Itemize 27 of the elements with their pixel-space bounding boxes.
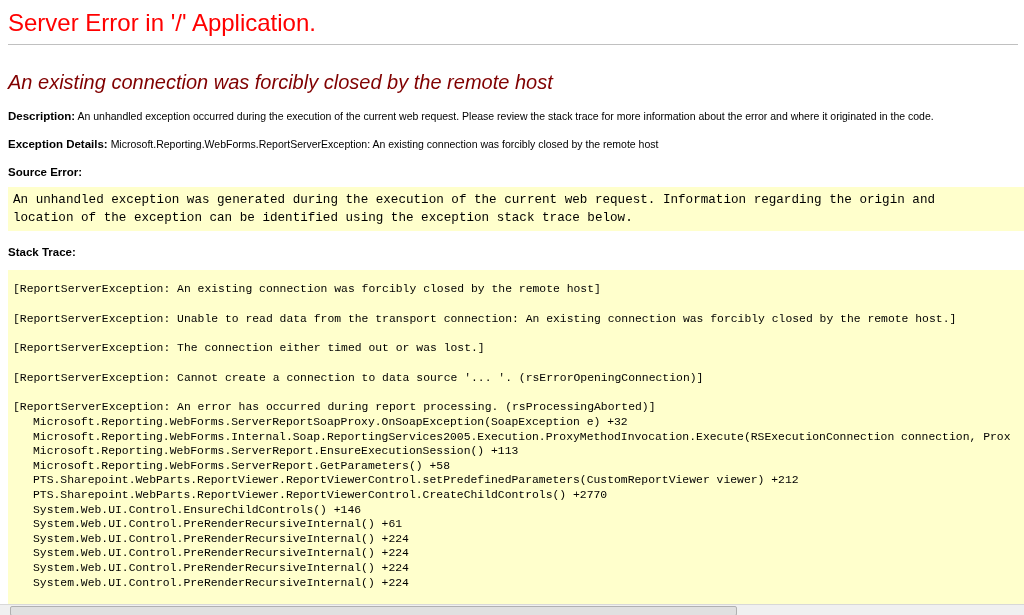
exception-message: [ReportServerException: An error has occurred during report processing. (rsProcessingAborted)] [13,400,657,415]
scrollbar-thumb[interactable] [10,606,737,615]
source-error-text: An unhandled exception was generated during the execution of the current web request. Information regarding the origin and [13,192,936,209]
section-label: Stack Trace: [8,245,77,259]
error-field: Description: An unhandled exception occurred during the execution of the current web request. Please review the stack trace for more information about the error and where it originated in the code. [8,109,1024,123]
horizontal-scrollbar[interactable] [0,604,1024,615]
source-error-text: location of the exception can be identified using the exception stack trace below. [13,210,634,227]
exception-message: [ReportServerException: Unable to read data from the transport connection: An existing connection was forcibly closed by the remote host.] [13,311,958,327]
page-title: Server Error in '/' Application. [8,8,317,38]
exception-message: [ReportServerException: The connection either timed out or was lost.] [13,341,486,356]
stack-frame: System.Web.UI.Control.PreRenderRecursiveInternal() +224 [13,575,1019,591]
error-heading: An existing connection was forcibly closed by the remote host [8,70,555,95]
stack-frame: System.Web.UI.Control.EnsureChildControls() +146 [13,502,1019,518]
stack-frame: Microsoft.Reporting.WebForms.ServerReport.GetParameters() +58 [13,458,1019,474]
stack-frame: Microsoft.Reporting.WebForms.ServerReport.EnsureExecutionSession() +113 [13,444,1019,459]
stack-frame: PTS.Sharepoint.WebParts.ReportViewer.ReportViewerControl.CreateChildControls() +2770 [13,487,1019,503]
stack-frame: System.Web.UI.Control.PreRenderRecursiveInternal() +224 [13,560,1019,576]
stack-frame: System.Web.UI.Control.PreRenderRecursiveInternal() +61 [13,517,1019,532]
exception-message: [ReportServerException: Cannot create a connection to data source '... '. (rsErrorOpeningConnection)] [13,370,705,386]
section-label: Source Error: [8,165,84,179]
exception-message: [ReportServerException: An existing connection was forcibly closed by the remote host] [13,282,602,297]
stack-frame: Microsoft.Reporting.WebForms.ServerReportSoapProxy.OnSoapException(SoapException e) +32 [13,414,1019,430]
error-field: Exception Details: Microsoft.Reporting.WebForms.ReportServerException: An existing connection was forcibly closed by the remote host [8,137,1024,151]
stack-frame: PTS.Sharepoint.WebParts.ReportViewer.ReportViewerControl.setPredefinedParameters(CustomReportViewer viewer) +212 [13,473,1019,488]
stack-frame: Microsoft.Reporting.WebForms.Internal.Soap.ReportingServices2005.Execution.ProxyMethodInvocation.Execute(RSExecutionConnection connection, Prox [13,429,1019,445]
stack-frame: System.Web.UI.Control.PreRenderRecursiveInternal() +224 [13,531,1019,547]
stack-frame: System.Web.UI.Control.PreRenderRecursiveInternal() +224 [13,546,1019,561]
